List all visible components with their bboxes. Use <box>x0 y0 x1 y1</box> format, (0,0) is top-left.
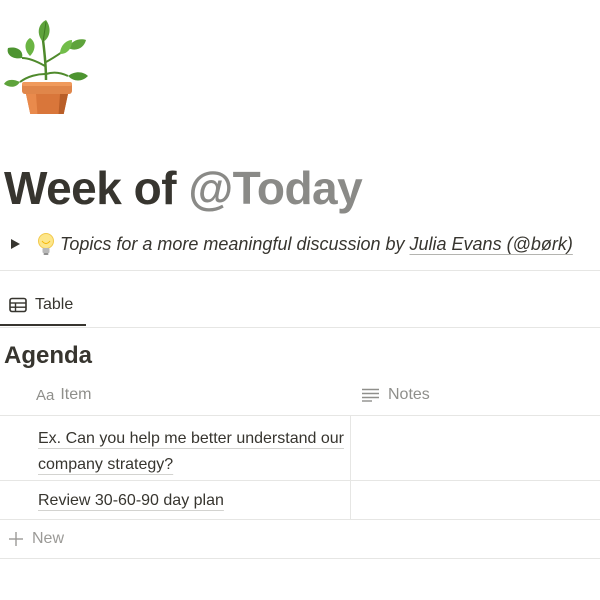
text-aa-icon: Aa <box>36 386 55 404</box>
toggle-arrow-icon[interactable] <box>8 237 22 251</box>
agenda-table: Aa Item Notes Ex. Can you help me better… <box>0 375 600 559</box>
date-mention[interactable]: @Today <box>188 162 362 214</box>
tab-label: Table <box>35 296 74 313</box>
divider <box>0 270 600 271</box>
column-divider <box>350 415 351 519</box>
database-title[interactable]: Agenda <box>4 340 92 372</box>
item-text: Review 30-60-90 day plan <box>38 492 224 509</box>
page-title[interactable]: Week of @Today <box>4 158 363 218</box>
table-icon <box>9 297 27 313</box>
column-label: Item <box>60 386 92 403</box>
notes-cell[interactable] <box>352 416 600 480</box>
item-cell[interactable]: Ex. Can you help me better understand ou… <box>38 426 348 478</box>
plus-icon <box>9 532 23 546</box>
table-header: Aa Item Notes <box>0 375 600 416</box>
item-cell[interactable]: Review 30-60-90 day plan <box>38 488 348 514</box>
tab-table[interactable]: Table <box>0 286 86 326</box>
page-title-prefix: Week of <box>4 162 189 214</box>
notes-cell[interactable] <box>352 481 600 519</box>
light-bulb-icon <box>36 232 56 256</box>
toggle-text: Topics for a more meaningful discussion … <box>60 233 405 254</box>
lines-icon <box>362 388 379 402</box>
column-header-notes[interactable]: Notes <box>362 375 430 415</box>
toggle-block: Topics for a more meaningful discussion … <box>8 230 600 258</box>
table-row[interactable]: Ex. Can you help me better understand ou… <box>0 416 600 481</box>
table-row[interactable]: Review 30-60-90 day plan <box>0 481 600 520</box>
author-link[interactable]: Julia Evans (@børk) <box>410 234 573 255</box>
item-text: Ex. Can you help me better understand ou… <box>38 430 344 473</box>
new-row-button[interactable]: New <box>0 520 600 559</box>
potted-plant-icon[interactable] <box>2 18 90 122</box>
tabs-divider <box>0 327 600 328</box>
column-header-item[interactable]: Aa Item <box>36 375 91 415</box>
column-label: Notes <box>388 386 430 403</box>
new-label: New <box>32 530 65 547</box>
